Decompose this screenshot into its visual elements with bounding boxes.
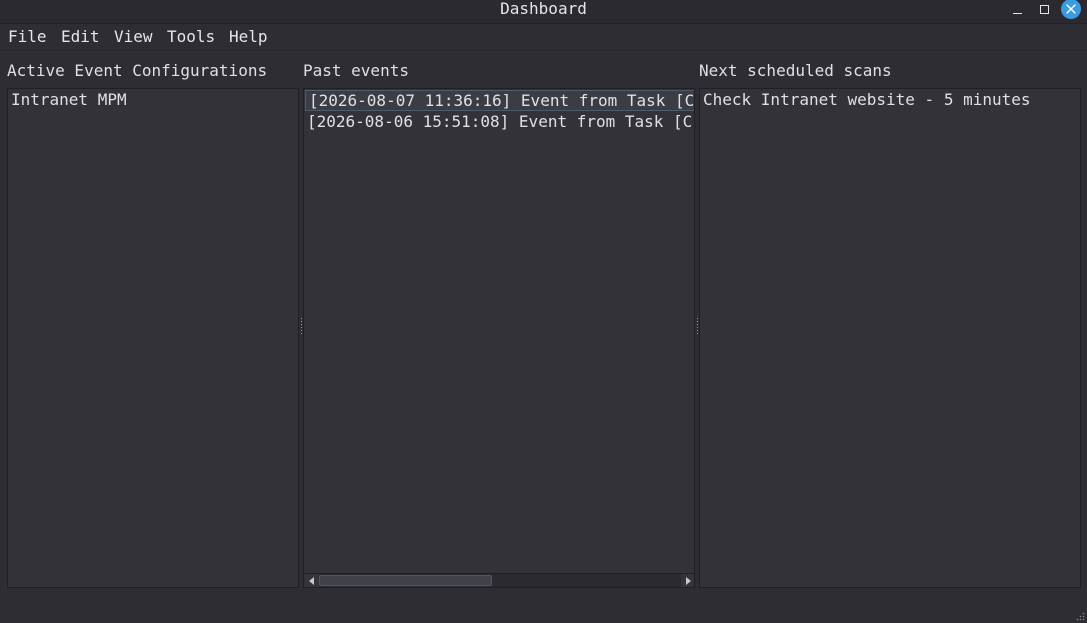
- arrow-right-icon: [686, 576, 691, 585]
- title-bar: Dashboard: [0, 0, 1087, 24]
- past-events-list[interactable]: [2026-08-07 11:36:16] Event from Task [C…: [303, 88, 695, 588]
- close-icon: [1066, 4, 1076, 14]
- scroll-left-button[interactable]: [305, 574, 319, 587]
- maximize-button[interactable]: [1034, 0, 1054, 18]
- next-scans-list[interactable]: Check Intranet website - 5 minutes: [699, 88, 1081, 588]
- scrollbar-thumb[interactable]: [319, 575, 492, 586]
- active-configurations-list[interactable]: Intranet MPM: [7, 88, 299, 588]
- list-item[interactable]: [2026-08-07 11:36:16] Event from Task [C…: [305, 90, 694, 111]
- menu-view[interactable]: View: [114, 27, 153, 47]
- horizontal-scrollbar[interactable]: [305, 573, 694, 587]
- list-item[interactable]: Check Intranet website - 5 minutes: [703, 89, 1079, 110]
- past-events-label: Past events: [303, 61, 409, 80]
- window-title: Dashboard: [500, 0, 587, 18]
- arrow-left-icon: [309, 576, 314, 585]
- menu-tools[interactable]: Tools: [167, 27, 215, 47]
- minimize-icon: [1012, 12, 1022, 14]
- list-item[interactable]: [2026-08-06 15:51:08] Event from Task [C…: [307, 111, 693, 132]
- menu-help[interactable]: Help: [229, 27, 268, 47]
- menu-edit[interactable]: Edit: [61, 27, 100, 47]
- active-configurations-label: Active Event Configurations: [7, 61, 268, 80]
- menu-file[interactable]: File: [8, 27, 47, 47]
- maximize-icon: [1039, 4, 1049, 14]
- list-item[interactable]: Intranet MPM: [11, 89, 295, 110]
- close-button[interactable]: [1061, 0, 1081, 19]
- resize-grip-icon[interactable]: [1075, 611, 1085, 621]
- scroll-right-button[interactable]: [681, 574, 694, 587]
- menu-bar: File Edit View Tools Help: [0, 24, 1087, 51]
- next-scans-label: Next scheduled scans: [699, 61, 892, 80]
- minimize-button[interactable]: [1007, 0, 1027, 18]
